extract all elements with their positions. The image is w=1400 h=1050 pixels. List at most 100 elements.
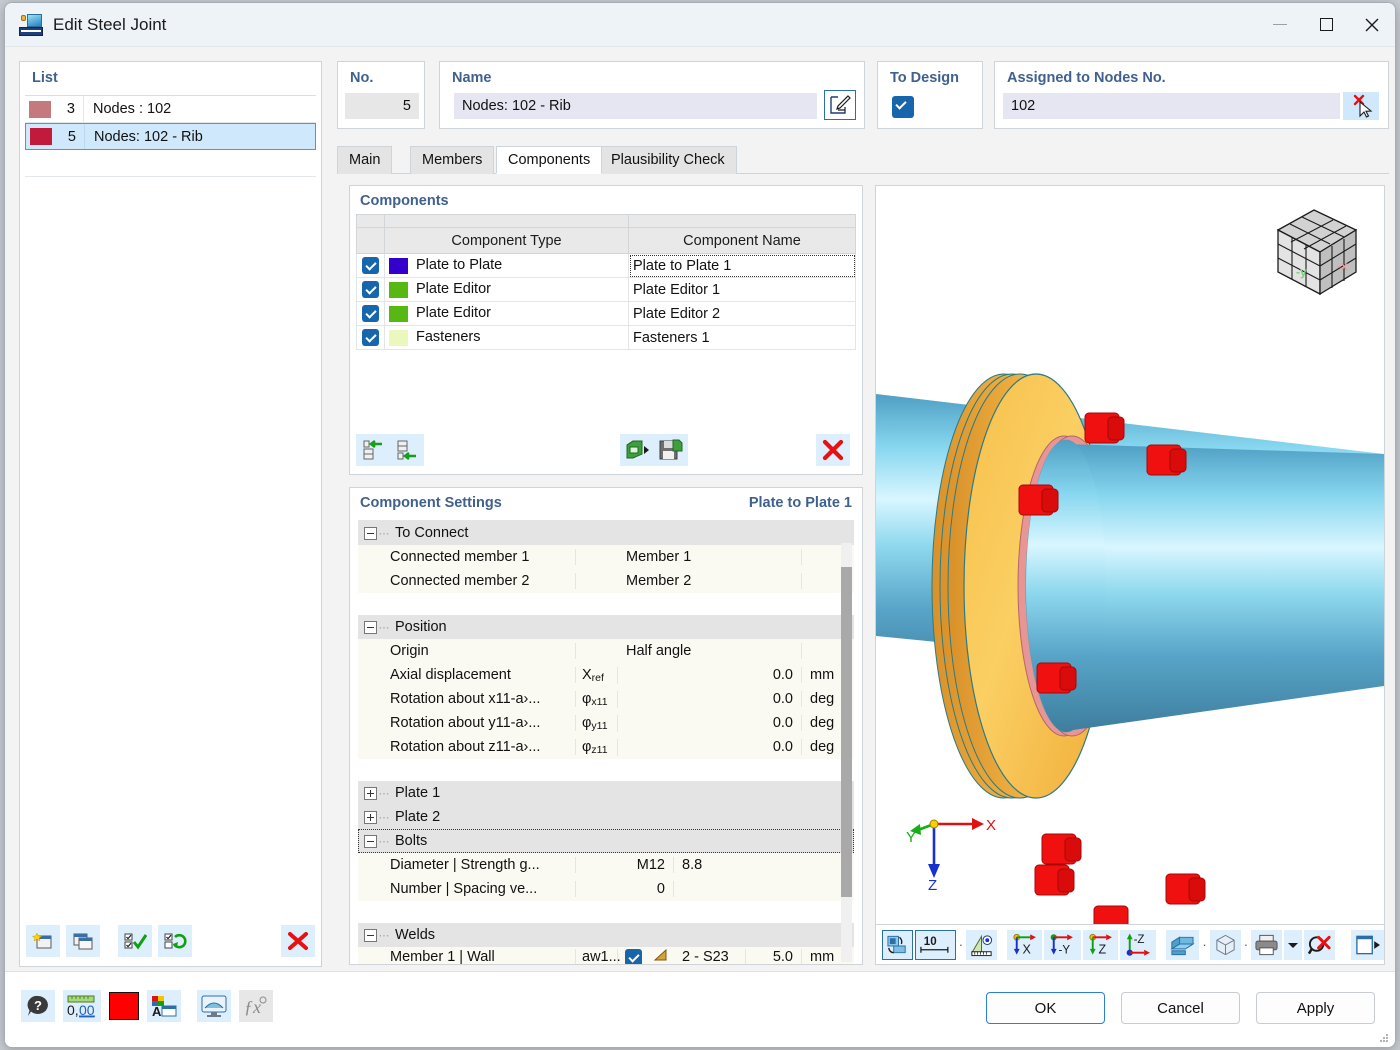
tab-plausibility-check[interactable]: Plausibility Check — [599, 146, 737, 174]
tree-category-plate-1[interactable]: ⋯ Plate 1 — [358, 781, 854, 805]
select-all-button[interactable] — [118, 925, 152, 957]
tab-main[interactable]: Main — [337, 146, 393, 174]
tree-row-weld-member-1-wall[interactable]: Member 1 | Wall aw1... 2 - S23 5.0 mm — [358, 947, 854, 964]
view-z-button[interactable]: Z — [1082, 929, 1118, 960]
tree-row-bolt-number-spacing[interactable]: Number | Spacing ve... 0 — [358, 877, 854, 901]
tree-row-value[interactable]: Member 1 — [618, 549, 802, 565]
measure-button[interactable] — [966, 929, 998, 960]
component-type-cell[interactable]: Plate Editor — [384, 277, 629, 302]
scrollbar-thumb[interactable] — [841, 567, 852, 897]
new-joint-button[interactable] — [26, 925, 60, 957]
expand-icon[interactable] — [364, 810, 377, 824]
component-enabled-checkbox[interactable] — [356, 277, 385, 302]
list-item[interactable]: 5 Nodes: 102 - Rib — [25, 123, 316, 150]
move-component-down-button[interactable] — [390, 434, 424, 466]
table-row[interactable]: Plate to Plate Plate to Plate 1 — [356, 253, 856, 278]
pick-nodes-icon[interactable] — [1343, 92, 1379, 120]
print-button[interactable] — [1251, 929, 1283, 960]
tree-row-connected-member-2[interactable]: Connected member 2 Member 2 — [358, 569, 854, 593]
number-format-button[interactable]: 0, 00 — [63, 990, 101, 1022]
expand-icon[interactable] — [364, 786, 377, 800]
display-properties-button[interactable]: A — [147, 990, 181, 1022]
ok-button[interactable]: OK — [986, 992, 1105, 1024]
print-dropdown-button[interactable] — [1284, 929, 1303, 960]
settings-tree[interactable]: ⋯ To Connect Connected member 1 Member 1… — [358, 520, 854, 964]
tree-category-welds[interactable]: ⋯ Welds — [358, 923, 854, 947]
tree-category-plate-2[interactable]: ⋯ Plate 2 — [358, 805, 854, 829]
to-design-checkbox[interactable] — [892, 96, 914, 118]
tree-row-value[interactable]: 0.0 — [618, 667, 802, 683]
assigned-nodes-input[interactable] — [1003, 93, 1340, 119]
weld-type-icon[interactable] — [648, 948, 674, 964]
collapse-icon[interactable] — [364, 928, 377, 942]
table-row[interactable]: Plate Editor Plate Editor 1 — [356, 277, 856, 302]
list-item[interactable]: 3 Nodes : 102 — [25, 96, 316, 123]
name-input[interactable] — [454, 93, 817, 119]
color-swatch-button[interactable] — [109, 992, 139, 1020]
tree-row-axial-displacement[interactable]: Axial displacement Xref 0.0 mm — [358, 663, 854, 687]
3d-viewport[interactable]: -y -x X Y Z — [875, 185, 1385, 925]
component-type-cell[interactable]: Plate to Plate — [384, 253, 629, 278]
wireframe-button[interactable] — [1209, 929, 1241, 960]
component-enabled-checkbox[interactable] — [356, 325, 385, 350]
navigation-cube[interactable]: -y -x — [1260, 200, 1366, 304]
render-mode-button[interactable] — [882, 929, 914, 960]
view-negative-z-button[interactable]: -Z — [1119, 929, 1157, 960]
tree-row-value[interactable]: 0.0 — [618, 691, 802, 707]
tree-row-rotation-y11[interactable]: Rotation about y11-a›... φy11 0.0 deg — [358, 711, 854, 735]
detach-view-button[interactable] — [1351, 929, 1385, 960]
view-negative-y-button[interactable]: -Y — [1044, 929, 1081, 960]
tree-category-position[interactable]: ⋯ Position — [358, 615, 854, 639]
collapse-icon[interactable] — [364, 526, 377, 540]
tree-row-rotation-x11[interactable]: Rotation about x11-a›... φx11 0.0 deg — [358, 687, 854, 711]
joint-list[interactable]: 3 Nodes : 102 5 Nodes: 102 - Rib — [25, 95, 316, 918]
component-enabled-checkbox[interactable] — [356, 301, 385, 326]
collapse-icon[interactable] — [364, 834, 377, 848]
clear-selection-button[interactable] — [1304, 929, 1336, 960]
tree-row-value[interactable]: 0.0 — [618, 739, 802, 755]
name-edit-icon[interactable] — [824, 90, 856, 120]
tree-row-bolt-diameter-strength[interactable]: Diameter | Strength g... M12 8.8 — [358, 853, 854, 877]
import-component-button[interactable] — [620, 434, 654, 466]
tree-row-value[interactable]: Half angle — [618, 643, 802, 659]
solid-model-button[interactable] — [1166, 929, 1200, 960]
table-row[interactable]: Fasteners Fasteners 1 — [356, 325, 856, 350]
component-name-cell[interactable]: Plate Editor 2 — [628, 301, 856, 326]
weld-enabled-checkbox[interactable] — [618, 948, 648, 964]
help-button[interactable]: ? — [21, 990, 55, 1022]
tree-row-origin[interactable]: Origin Half angle — [358, 639, 854, 663]
close-icon[interactable] — [1349, 3, 1395, 47]
component-type-cell[interactable]: Plate Editor — [384, 301, 629, 326]
weld-material-value[interactable]: 2 - S23 — [674, 949, 746, 964]
formula-button[interactable]: ƒx — [239, 990, 273, 1022]
component-enabled-checkbox[interactable] — [356, 253, 385, 278]
delete-component-button[interactable] — [816, 434, 850, 466]
maximize-button[interactable] — [1303, 3, 1349, 47]
tree-row-value[interactable]: 0 — [618, 881, 674, 897]
tree-row-rotation-z11[interactable]: Rotation about z11-a›... φz11 0.0 deg — [358, 735, 854, 759]
scale-value-button[interactable]: 10 — [915, 929, 956, 960]
tree-row-value[interactable]: M12 — [618, 857, 674, 873]
tab-members[interactable]: Members — [410, 146, 495, 174]
component-name-cell[interactable]: Plate to Plate 1 — [628, 253, 856, 278]
tree-row-connected-member-1[interactable]: Connected member 1 Member 1 — [358, 545, 854, 569]
resize-grip[interactable] — [1379, 1031, 1389, 1042]
copy-joint-button[interactable] — [66, 925, 100, 957]
invert-selection-button[interactable] — [158, 925, 192, 957]
component-name-cell[interactable]: Plate Editor 1 — [628, 277, 856, 302]
number-input[interactable] — [345, 93, 419, 119]
save-component-button[interactable] — [654, 434, 688, 466]
collapse-icon[interactable] — [364, 620, 377, 634]
tree-category-bolts[interactable]: ⋯ Bolts — [358, 829, 854, 853]
tree-category-to-connect[interactable]: ⋯ To Connect — [358, 521, 854, 545]
cancel-button[interactable]: Cancel — [1121, 992, 1240, 1024]
settings-scrollbar[interactable] — [841, 543, 852, 962]
component-name-cell[interactable]: Fasteners 1 — [628, 325, 856, 350]
view-x-button[interactable]: X — [1007, 929, 1042, 960]
tree-row-value[interactable]: 0.0 — [618, 715, 802, 731]
tree-row-unit[interactable]: 8.8 — [674, 857, 854, 873]
visualization-button[interactable] — [197, 990, 231, 1022]
move-component-up-button[interactable] — [356, 434, 390, 466]
tab-components[interactable]: Components — [496, 146, 603, 174]
apply-button[interactable]: Apply — [1256, 992, 1375, 1024]
